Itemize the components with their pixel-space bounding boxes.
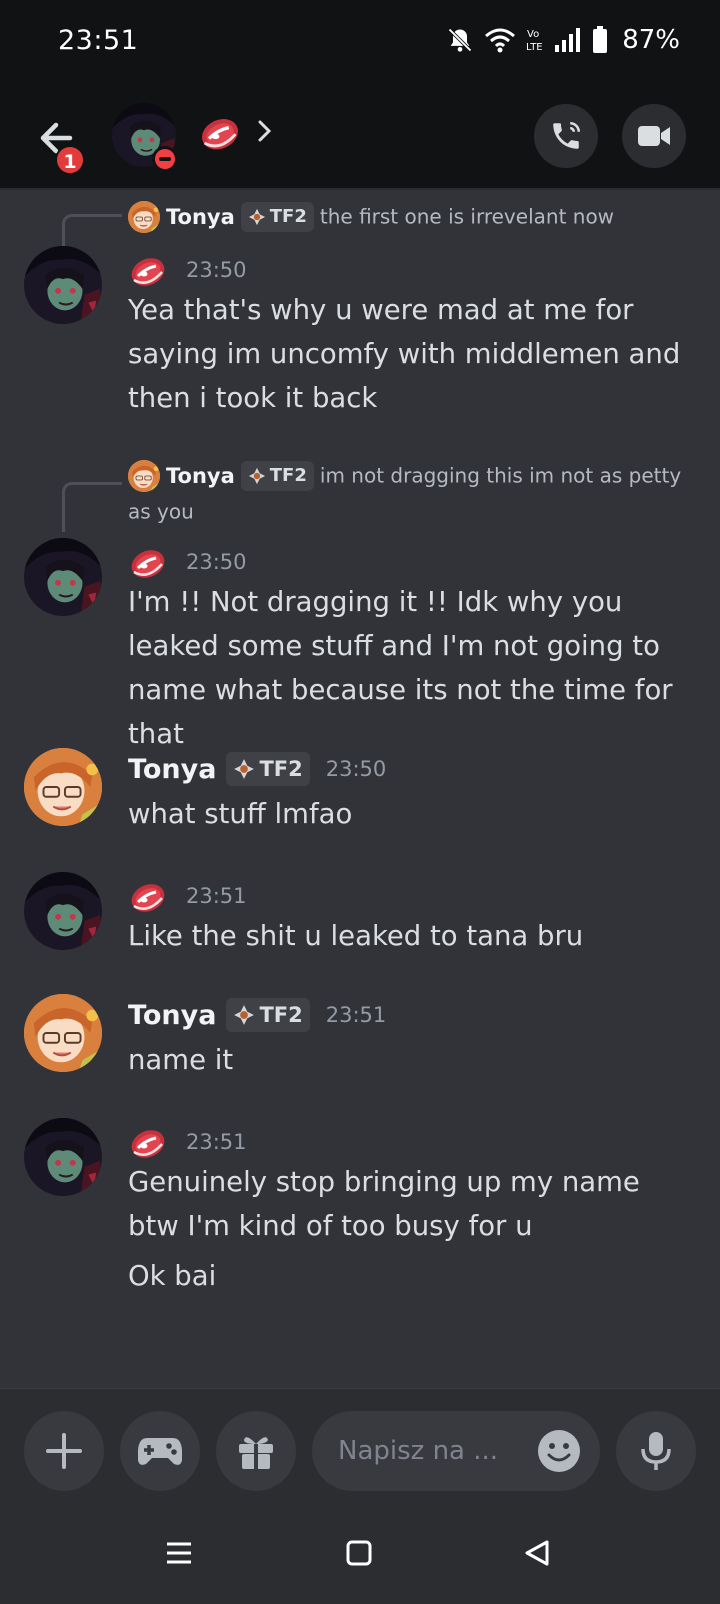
avatar[interactable]	[24, 1118, 102, 1196]
message-header: 23:50	[128, 542, 247, 582]
timestamp: 23:51	[325, 1003, 387, 1027]
username[interactable]: Tonya	[128, 754, 216, 785]
tf2-icon	[248, 208, 266, 226]
avatar	[128, 201, 160, 233]
guild-tag[interactable]: TF2	[226, 998, 310, 1032]
message-header: Tonya TF2 23:50	[128, 752, 386, 786]
message-text: name it	[128, 1044, 234, 1076]
message-text: Genuinely stop bringing up my name btw I…	[128, 1166, 640, 1242]
timestamp: 23:51	[186, 1130, 247, 1154]
phone-icon	[553, 121, 581, 149]
message-header: 23:51	[128, 876, 247, 916]
message-text: what stuff lmfao	[128, 798, 353, 830]
timestamp: 23:50	[186, 258, 247, 282]
video-call-button[interactable]	[622, 104, 686, 168]
meat-emoji-icon[interactable]	[128, 250, 168, 290]
system-nav-bar	[0, 1514, 720, 1604]
reply-preview[interactable]: Tonya TF2 the first one is irrevelant now	[128, 198, 688, 234]
gamepad-icon	[138, 1438, 182, 1465]
reply-connector	[62, 482, 122, 532]
chevron-right-icon[interactable]	[256, 116, 274, 146]
home-icon[interactable]	[344, 1538, 374, 1568]
svg-text:LTE: LTE	[526, 42, 543, 53]
tf2-icon	[233, 758, 255, 780]
meat-emoji-icon[interactable]	[198, 110, 242, 154]
add-attachment-button[interactable]	[24, 1411, 104, 1491]
meat-emoji-icon[interactable]	[128, 542, 168, 582]
message-text: I'm !! Not dragging it !! Idk why you le…	[128, 586, 673, 750]
unread-badge: 1	[55, 145, 85, 175]
reply-preview[interactable]: Tonya TF2 im not dragging this im not as p…	[128, 457, 688, 528]
mute-bell-icon	[448, 28, 472, 52]
message-input-container[interactable]	[312, 1411, 600, 1491]
message-text: Yea that's why u were mad at me for sayi…	[128, 294, 681, 414]
recent-apps-icon[interactable]	[164, 1538, 194, 1568]
status-bar: 23:51 Vo LTE 87%	[0, 0, 720, 80]
meat-emoji-icon[interactable]	[128, 876, 168, 916]
battery-percent: 87%	[622, 25, 680, 55]
message-header: 23:50	[128, 250, 247, 290]
volte-icon: Vo LTE	[526, 29, 543, 53]
tf2-icon	[233, 1004, 255, 1026]
message-text: Ok bai	[128, 1260, 217, 1292]
message-header: Tonya TF2 23:51	[128, 998, 386, 1032]
avatar[interactable]	[24, 246, 102, 324]
reply-connector	[62, 214, 122, 250]
guild-tag: TF2	[240, 460, 314, 491]
video-camera-icon	[638, 126, 670, 146]
back-triangle-icon[interactable]	[522, 1538, 552, 1568]
voice-message-button[interactable]	[616, 1411, 696, 1491]
battery-icon	[593, 26, 608, 53]
timestamp: 23:50	[325, 757, 387, 781]
avatar	[128, 460, 160, 492]
reply-text: the first one is irrevelant now	[319, 204, 615, 229]
status-time: 23:51	[58, 24, 139, 56]
meat-emoji-icon[interactable]	[128, 1122, 168, 1162]
gift-button[interactable]	[216, 1411, 296, 1491]
svg-text:Vo: Vo	[527, 29, 539, 40]
emoji-icon[interactable]	[536, 1428, 582, 1474]
activities-button[interactable]	[120, 1411, 200, 1491]
guild-tag[interactable]: TF2	[226, 752, 310, 786]
guild-tag: TF2	[240, 201, 314, 232]
avatar[interactable]	[24, 872, 102, 950]
message-input[interactable]	[338, 1436, 528, 1466]
status-icons: Vo LTE 87%	[446, 25, 680, 55]
tf2-icon	[248, 467, 266, 485]
message-header: 23:51	[128, 1122, 247, 1162]
timestamp: 23:51	[186, 884, 247, 908]
reply-author: Tonya	[166, 204, 235, 229]
avatar[interactable]	[24, 538, 102, 616]
avatar[interactable]	[24, 748, 102, 826]
gift-icon	[239, 1437, 273, 1469]
message-text: Like the shit u leaked to tana bru	[128, 920, 584, 952]
timestamp: 23:50	[186, 550, 247, 574]
dnd-status-icon	[152, 146, 178, 172]
plus-icon	[46, 1433, 82, 1469]
microphone-icon	[641, 1432, 671, 1470]
username[interactable]: Tonya	[128, 1000, 216, 1031]
message-list[interactable]: Tonya TF2 the first one is irrevelant now …	[0, 192, 720, 1388]
message-composer	[0, 1388, 720, 1514]
reply-author: Tonya	[166, 463, 235, 488]
voice-call-button[interactable]	[534, 104, 598, 168]
wifi-icon	[485, 28, 516, 53]
avatar[interactable]	[24, 994, 102, 1072]
chat-header: 1	[0, 80, 720, 190]
signal-icon	[555, 28, 581, 52]
